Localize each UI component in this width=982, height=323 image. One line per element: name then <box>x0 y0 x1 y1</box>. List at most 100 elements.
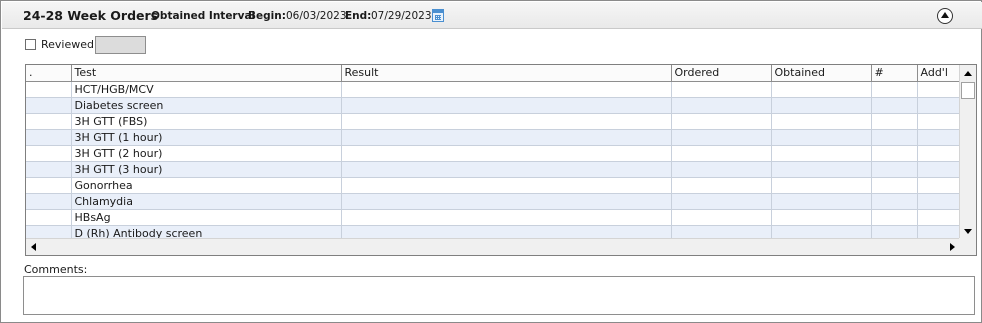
obtained-cell[interactable] <box>771 193 872 210</box>
select-cell[interactable] <box>26 145 72 162</box>
test-cell[interactable]: Diabetes screen <box>71 97 342 114</box>
number-cell[interactable] <box>871 97 918 114</box>
number-cell[interactable] <box>871 129 918 146</box>
table-row[interactable]: Chlamydia <box>26 193 960 210</box>
column-header-select[interactable]: . <box>26 65 72 82</box>
addl-cell[interactable] <box>917 97 960 114</box>
number-cell[interactable] <box>871 209 918 226</box>
test-cell[interactable]: 3H GTT (2 hour) <box>71 145 342 162</box>
result-cell[interactable] <box>341 193 672 210</box>
table-row[interactable]: HBsAg <box>26 209 960 226</box>
number-cell[interactable] <box>871 145 918 162</box>
result-cell[interactable] <box>341 145 672 162</box>
table-row[interactable]: Diabetes screen <box>26 97 960 114</box>
table-row[interactable]: Gonorrhea <box>26 177 960 194</box>
ordered-cell[interactable] <box>671 81 772 98</box>
obtained-cell[interactable] <box>771 129 872 146</box>
scroll-right-icon[interactable] <box>950 243 955 251</box>
result-cell[interactable] <box>341 161 672 178</box>
result-cell[interactable] <box>341 113 672 130</box>
ordered-cell[interactable] <box>671 145 772 162</box>
end-date-value[interactable]: 07/29/2023 <box>371 10 432 22</box>
addl-cell[interactable] <box>917 113 960 130</box>
obtained-cell[interactable] <box>771 177 872 194</box>
test-cell[interactable]: 3H GTT (3 hour) <box>71 161 342 178</box>
comments-textarea[interactable] <box>23 276 975 315</box>
result-cell[interactable] <box>341 97 672 114</box>
ordered-cell[interactable] <box>671 177 772 194</box>
ordered-cell[interactable] <box>671 129 772 146</box>
result-cell[interactable] <box>341 177 672 194</box>
addl-cell[interactable] <box>917 177 960 194</box>
obtained-cell[interactable] <box>771 225 872 239</box>
ordered-cell[interactable] <box>671 113 772 130</box>
test-cell[interactable]: Gonorrhea <box>71 177 342 194</box>
addl-cell[interactable] <box>917 225 960 239</box>
addl-cell[interactable] <box>917 193 960 210</box>
ordered-cell[interactable] <box>671 209 772 226</box>
select-cell[interactable] <box>26 97 72 114</box>
result-cell[interactable] <box>341 81 672 98</box>
select-cell[interactable] <box>26 225 72 239</box>
obtained-cell[interactable] <box>771 113 872 130</box>
test-cell[interactable]: HBsAg <box>71 209 342 226</box>
scroll-up-icon[interactable] <box>964 71 972 76</box>
select-cell[interactable] <box>26 177 72 194</box>
number-cell[interactable] <box>871 81 918 98</box>
obtained-cell[interactable] <box>771 145 872 162</box>
column-header-ordered[interactable]: Ordered <box>671 65 772 82</box>
begin-date-value[interactable]: 06/03/2023 <box>286 10 347 22</box>
column-header-addl[interactable]: Add'l <box>917 65 960 82</box>
ordered-cell[interactable] <box>671 97 772 114</box>
select-cell[interactable] <box>26 161 72 178</box>
result-cell[interactable] <box>341 129 672 146</box>
scroll-down-icon[interactable] <box>964 229 972 234</box>
calendar-icon[interactable] <box>432 9 444 22</box>
collapse-up-icon[interactable] <box>937 8 953 24</box>
column-header-test[interactable]: Test <box>71 65 342 82</box>
table-row[interactable]: HCT/HGB/MCV <box>26 81 960 98</box>
test-cell[interactable]: 3H GTT (1 hour) <box>71 129 342 146</box>
addl-cell[interactable] <box>917 81 960 98</box>
table-row[interactable]: 3H GTT (3 hour) <box>26 161 960 178</box>
select-cell[interactable] <box>26 113 72 130</box>
table-row[interactable]: 3H GTT (1 hour) <box>26 129 960 146</box>
select-cell[interactable] <box>26 81 72 98</box>
table-row[interactable]: 3H GTT (2 hour) <box>26 145 960 162</box>
test-cell[interactable]: Chlamydia <box>71 193 342 210</box>
test-cell[interactable]: HCT/HGB/MCV <box>71 81 342 98</box>
horizontal-scroll-track[interactable] <box>43 240 948 254</box>
horizontal-scrollbar[interactable] <box>26 238 960 255</box>
column-header-result[interactable]: Result <box>341 65 672 82</box>
number-cell[interactable] <box>871 193 918 210</box>
ordered-cell[interactable] <box>671 225 772 239</box>
reviewed-by-field[interactable] <box>95 36 146 54</box>
obtained-cell[interactable] <box>771 81 872 98</box>
select-cell[interactable] <box>26 193 72 210</box>
scroll-left-icon[interactable] <box>31 243 36 251</box>
number-cell[interactable] <box>871 113 918 130</box>
obtained-cell[interactable] <box>771 161 872 178</box>
column-header-obtained[interactable]: Obtained <box>771 65 872 82</box>
select-cell[interactable] <box>26 129 72 146</box>
test-cell[interactable]: D (Rh) Antibody screen <box>71 225 342 239</box>
table-row[interactable]: D (Rh) Antibody screen <box>26 225 960 239</box>
reviewed-checkbox[interactable] <box>25 39 36 50</box>
vertical-scrollbar[interactable] <box>959 65 976 239</box>
ordered-cell[interactable] <box>671 193 772 210</box>
number-cell[interactable] <box>871 225 918 239</box>
table-row[interactable]: 3H GTT (FBS) <box>26 113 960 130</box>
addl-cell[interactable] <box>917 209 960 226</box>
select-cell[interactable] <box>26 209 72 226</box>
number-cell[interactable] <box>871 161 918 178</box>
ordered-cell[interactable] <box>671 161 772 178</box>
addl-cell[interactable] <box>917 161 960 178</box>
obtained-cell[interactable] <box>771 97 872 114</box>
test-cell[interactable]: 3H GTT (FBS) <box>71 113 342 130</box>
column-header-number[interactable]: # <box>871 65 918 82</box>
result-cell[interactable] <box>341 209 672 226</box>
addl-cell[interactable] <box>917 145 960 162</box>
vertical-scroll-thumb[interactable] <box>961 82 975 99</box>
result-cell[interactable] <box>341 225 672 239</box>
obtained-cell[interactable] <box>771 209 872 226</box>
